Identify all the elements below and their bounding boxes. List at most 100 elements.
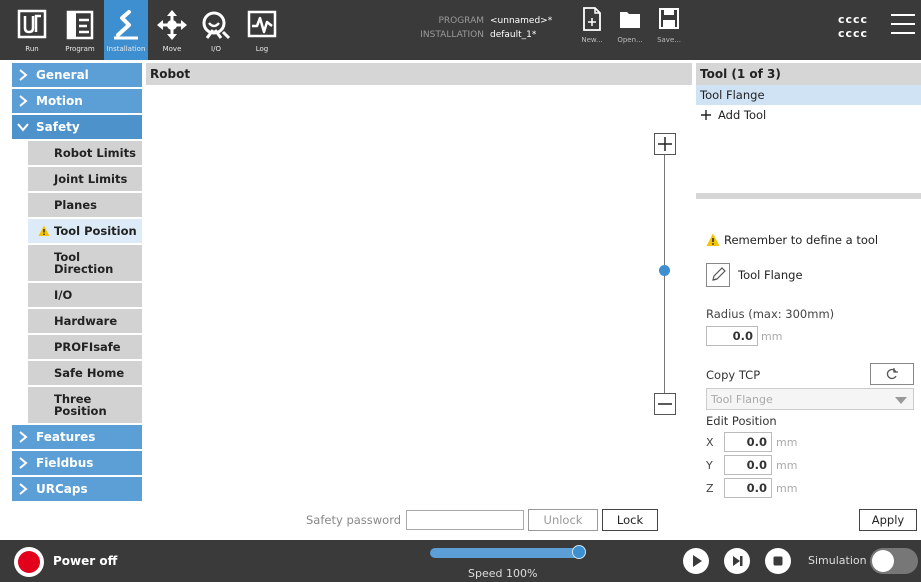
nav-item-hardware[interactable]: Hardware	[28, 309, 142, 333]
play-button[interactable]	[683, 548, 709, 574]
tool-list: Tool Flange Add Tool	[696, 85, 921, 193]
add-tool-button[interactable]: Add Tool	[696, 105, 921, 125]
stop-icon	[765, 548, 791, 574]
nav-section-general[interactable]: General	[12, 63, 142, 87]
robot-view-header: Robot	[146, 63, 692, 85]
nav-section-general-label: General	[36, 68, 89, 82]
simulation-toggle[interactable]	[870, 548, 918, 574]
copy-tcp-label: Copy TCP	[706, 368, 761, 382]
nav-item-profisafe[interactable]: PROFIsafe	[28, 335, 142, 359]
nav-item-tool-position[interactable]: Tool Position	[28, 219, 142, 243]
nav-item-planes[interactable]: Planes	[28, 193, 142, 217]
program-info: PROGRAM <unnamed>* INSTALLATION default_1*	[410, 14, 552, 42]
tool-panel-header: Tool (1 of 3)	[696, 63, 921, 85]
ur-logo-icon	[17, 9, 47, 39]
nav-item-label: Planes	[54, 198, 97, 212]
zoom-in-button[interactable]	[654, 133, 676, 155]
y-position-input[interactable]	[724, 455, 772, 475]
folder-icon	[620, 12, 640, 28]
tool-warning: Remember to define a tool	[706, 233, 878, 247]
chevron-down-icon	[895, 397, 907, 404]
safety-password-input[interactable]	[406, 510, 524, 530]
user-line-1: cccc	[838, 13, 869, 26]
nav-item-tool-direction[interactable]: Tool Direction	[28, 245, 142, 281]
robot-view-panel: Robot	[146, 63, 692, 505]
save-button[interactable]: Save...	[651, 6, 687, 56]
nav-item-label: Robot Limits	[54, 146, 136, 160]
nav-io-label: I/O	[211, 45, 221, 53]
tool-list-item[interactable]: Tool Flange	[696, 85, 921, 105]
x-axis-label: X	[706, 436, 714, 449]
speed-slider[interactable]	[430, 548, 582, 558]
nav-section-features[interactable]: Features	[12, 425, 142, 449]
new-label: New...	[581, 36, 603, 44]
zoom-out-button[interactable]	[654, 393, 676, 415]
nav-section-fieldbus-label: Fieldbus	[36, 456, 94, 470]
play-icon	[683, 548, 709, 574]
unlock-button[interactable]: Unlock	[528, 509, 598, 531]
tcp-select-value: Tool Flange	[711, 392, 773, 406]
tool-name-row: Tool Flange	[706, 263, 803, 287]
panel-divider	[696, 193, 921, 199]
nav-section-safety[interactable]: Safety	[12, 115, 142, 139]
nav-io-button[interactable]: I/O	[194, 0, 238, 60]
tcp-select[interactable]: Tool Flange	[706, 388, 914, 410]
toggle-knob	[872, 550, 894, 572]
save-disk-icon	[659, 8, 679, 29]
radius-input[interactable]	[706, 326, 758, 346]
nav-item-label: Joint Limits	[54, 172, 128, 186]
nav-item-safe-home[interactable]: Safe Home	[28, 361, 142, 385]
z-position-input[interactable]	[724, 478, 772, 498]
nav-section-motion[interactable]: Motion	[12, 89, 142, 113]
apply-button[interactable]: Apply	[859, 509, 917, 531]
nav-program-label: Program	[65, 45, 95, 53]
installation-key: INSTALLATION	[420, 30, 484, 40]
power-status-label: Power off	[53, 554, 118, 568]
add-tool-label: Add Tool	[718, 108, 767, 122]
nav-section-features-label: Features	[36, 430, 96, 444]
zoom-slider-handle[interactable]	[659, 265, 670, 276]
nav-item-three-position[interactable]: Three Position	[28, 387, 142, 423]
stop-button[interactable]	[765, 548, 791, 574]
y-axis-label: Y	[706, 459, 713, 472]
radius-label: Radius (max: 300mm)	[706, 307, 835, 321]
nav-program-button[interactable]: Program	[58, 0, 102, 60]
nav-section-safety-label: Safety	[36, 120, 80, 134]
step-button[interactable]	[724, 548, 750, 574]
minus-icon	[658, 403, 672, 405]
nav-item-label-line2: Direction	[54, 262, 114, 276]
program-icon	[66, 10, 94, 40]
x-position-input[interactable]	[724, 432, 772, 452]
save-label: Save...	[657, 36, 681, 44]
nav-item-joint-limits[interactable]: Joint Limits	[28, 167, 142, 191]
open-button[interactable]: Open...	[612, 6, 648, 56]
lock-button[interactable]: Lock	[602, 509, 658, 531]
safety-password-label: Safety password	[306, 513, 402, 527]
safety-password-bar: Safety password Unlock Lock Apply	[146, 508, 921, 533]
new-button[interactable]: New...	[574, 6, 610, 56]
nav-move-label: Move	[162, 45, 182, 53]
nav-item-io[interactable]: I/O	[28, 283, 142, 307]
speed-slider-handle[interactable]	[572, 545, 586, 559]
tool-list-item-label: Tool Flange	[700, 88, 765, 102]
open-label: Open...	[617, 36, 643, 44]
hamburger-menu-icon[interactable]	[891, 14, 915, 38]
copy-tcp-button[interactable]	[870, 363, 914, 385]
nav-move-button[interactable]: Move	[150, 0, 194, 60]
nav-log-button[interactable]: Log	[240, 0, 284, 60]
edit-tool-button[interactable]	[706, 263, 730, 287]
nav-installation-button[interactable]: Installation	[104, 0, 148, 60]
power-button[interactable]	[14, 547, 44, 577]
nav-item-label: Safe Home	[54, 366, 125, 380]
installation-name: default_1*	[490, 30, 537, 40]
nav-item-robot-limits[interactable]: Robot Limits	[28, 141, 142, 165]
nav-installation-label: Installation	[106, 45, 146, 53]
plus-icon	[701, 110, 711, 120]
left-nav: General Motion Safety Robot Limits Joint…	[12, 63, 142, 503]
nav-run-button[interactable]: Run	[12, 0, 52, 60]
plus-icon	[658, 137, 672, 151]
warning-icon	[706, 233, 720, 246]
nav-section-urcaps[interactable]: URCaps	[12, 477, 142, 501]
nav-section-fieldbus[interactable]: Fieldbus	[12, 451, 142, 475]
tool-panel: Tool (1 of 3) Tool Flange Add Tool Remem…	[696, 63, 921, 505]
